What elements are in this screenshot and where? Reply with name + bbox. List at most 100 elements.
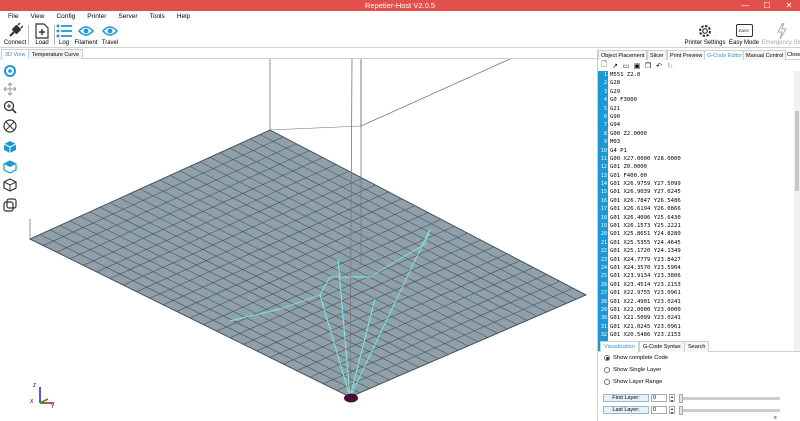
tab-slicer[interactable]: Slicer	[647, 50, 667, 60]
code-line[interactable]: 10 G4 P1	[598, 146, 800, 155]
maximize-button[interactable]: ☐	[756, 0, 778, 11]
open-external-icon[interactable]: ↗	[611, 62, 619, 70]
tab-search[interactable]: Search	[684, 341, 710, 352]
first-layer-slider[interactable]	[679, 393, 780, 403]
save-icon[interactable]: ▣	[633, 62, 641, 70]
radio-show-single-layer[interactable]: Show Single Layer	[604, 367, 661, 373]
emergency-stop-button[interactable]: Emergency Sto	[761, 22, 800, 47]
code-line[interactable]: 30 G01 X21.5099 Y23.0241	[598, 314, 800, 323]
line-number: 7	[598, 121, 608, 130]
last-layer-input[interactable]: 0	[651, 406, 667, 414]
code-line[interactable]: 15 G01 X26.9039 Y27.0245	[598, 188, 800, 197]
tab-print-preview[interactable]: Print Preview	[667, 50, 706, 60]
code-line[interactable]: 12 G01 Z0.0000	[598, 163, 800, 172]
first-layer-input[interactable]: 0	[651, 394, 667, 402]
code-line[interactable]: 16 G01 X26.7847 Y26.5486	[598, 196, 800, 206]
code-line[interactable]: 3 G29	[598, 87, 800, 97]
3d-viewport[interactable]: Z X Y	[20, 59, 596, 421]
code-line[interactable]: 11 G00 X27.0000 Y28.0000	[598, 154, 800, 164]
cube-icon	[3, 141, 17, 153]
code-line[interactable]: 9 M03	[598, 138, 800, 147]
code-line[interactable]: 29 G01 X22.0000 Y23.0000	[598, 305, 800, 315]
connect-button[interactable]: Connect	[0, 22, 30, 47]
code-line[interactable]: 4 G0 F3000	[598, 96, 800, 105]
code-line[interactable]: 18 G01 X26.4096 Y25.6430	[598, 213, 800, 223]
menu-server[interactable]: Server	[112, 11, 143, 22]
top-view-button[interactable]	[3, 160, 17, 174]
tab-3d-view[interactable]: 3D View	[1, 49, 30, 59]
copy-icon[interactable]: ❐	[644, 62, 652, 70]
copy-view-button[interactable]	[3, 198, 17, 212]
code-line[interactable]: 19 G01 X26.1573 Y25.2221	[598, 222, 800, 231]
code-line[interactable]: 2 G28	[598, 79, 800, 88]
document-icon[interactable]: ▭	[622, 62, 630, 70]
new-file-icon[interactable]: 🗋	[600, 61, 608, 70]
printer-settings-button[interactable]: Printer Settings	[682, 22, 728, 47]
radio-show-complete-code[interactable]: Show complete Code	[604, 355, 668, 361]
code-line[interactable]: 20 G01 X25.8651 Y24.8280	[598, 230, 800, 239]
line-number: 21	[598, 238, 608, 248]
code-line[interactable]: 25 G01 X23.9134 Y23.3806	[598, 272, 800, 281]
menu-help[interactable]: Help	[171, 11, 196, 22]
front-view-button[interactable]	[3, 140, 17, 154]
code-text: G01 X21.0245 Y23.0961	[610, 323, 681, 330]
redo-icon[interactable]: ↻	[666, 62, 674, 70]
code-line[interactable]: 13 G01 F400.00	[598, 171, 800, 181]
menu-file[interactable]: File	[2, 11, 24, 22]
code-line[interactable]: 14 G01 X26.9759 Y27.5099	[598, 180, 800, 189]
move-icon	[3, 82, 17, 96]
menu-config[interactable]: Config	[50, 11, 81, 22]
code-line[interactable]: 27 G01 X22.9755 Y23.0961	[598, 289, 800, 298]
side-view-button[interactable]	[3, 178, 17, 192]
easy-mode-button[interactable]: EASY Easy Mode	[726, 22, 762, 47]
code-line[interactable]: 8 G00 Z2.0000	[598, 129, 800, 139]
tab-visualization[interactable]: Visualization	[600, 341, 639, 352]
last-layer-stepper[interactable]: ▴ ▾	[669, 406, 675, 414]
zoom-button[interactable]	[3, 100, 17, 114]
tab-temperature-curve[interactable]: Temperature Curve	[28, 49, 84, 59]
first-layer-stepper[interactable]: ▴ ▾	[669, 394, 675, 402]
code-text: G01 X22.0000 Y23.0000	[610, 306, 681, 313]
editor-scrollbar[interactable]	[794, 71, 800, 385]
code-line[interactable]: 7 G94	[598, 121, 800, 130]
menu-view[interactable]: View	[24, 11, 50, 22]
rotate-view-button[interactable]	[3, 64, 17, 78]
menu-printer[interactable]: Printer	[81, 11, 112, 22]
menu-tools[interactable]: Tools	[144, 11, 171, 22]
code-text: G01 X23.9134 Y23.3806	[610, 273, 681, 280]
gcode-editor[interactable]: 1 M551 Z2.0 2 G28 3 G29 4 G0 F3000 5 G21 6 G90 7 G94 8…	[598, 71, 800, 385]
code-line[interactable]: 6 G90	[598, 112, 800, 122]
toolbar: Connect Load Log Filament Travel Printer…	[0, 22, 800, 48]
code-line[interactable]: 24 G01 X24.3570 Y23.5904	[598, 263, 800, 273]
code-line[interactable]: 1 M551 Z2.0	[598, 71, 800, 80]
code-line[interactable]: 31 G01 X21.0245 Y23.0961	[598, 322, 800, 332]
code-line[interactable]: 22 G01 X25.1720 Y24.1349	[598, 247, 800, 256]
close-window-button[interactable]: ✕	[778, 0, 800, 11]
code-line[interactable]: 23 G01 X24.7779 Y23.8427	[598, 255, 800, 264]
code-line[interactable]: 17 G01 X26.6194 Y26.0866	[598, 205, 800, 214]
move-object-button[interactable]	[3, 119, 17, 133]
code-line[interactable]: 5 G21	[598, 104, 800, 113]
line-number: 15	[598, 188, 608, 197]
radio-show-layer-range[interactable]: Show Layer Range	[604, 379, 662, 385]
scrollbar-thumb[interactable]	[795, 111, 799, 191]
code-line[interactable]: 28 G01 X22.4901 Y23.0241	[598, 297, 800, 306]
tab-gcode-editor[interactable]: G-Code Editor	[704, 50, 746, 60]
line-number: 2	[598, 79, 608, 88]
tab-manual-control[interactable]: Manual Control	[743, 50, 787, 60]
undo-icon[interactable]: ↶	[655, 62, 663, 70]
move-view-button[interactable]	[3, 82, 17, 96]
code-line[interactable]: 26 G01 X23.4514 Y23.2153	[598, 280, 800, 290]
minimize-button[interactable]: —	[734, 0, 756, 11]
cube-icon	[3, 160, 17, 174]
tab-object-placement[interactable]: Object Placement	[598, 50, 648, 60]
tab-gcode-syntax[interactable]: G-Code Syntax	[639, 341, 685, 352]
travel-button[interactable]: Travel	[95, 22, 125, 47]
last-layer-slider[interactable]	[679, 405, 780, 415]
log-label: Log	[58, 40, 69, 46]
line-number: 27	[598, 289, 608, 298]
code-line[interactable]: 32 G01 X20.5486 Y23.2153	[598, 331, 800, 340]
code-line[interactable]: 21 G01 X25.5355 Y24.4645	[598, 238, 800, 248]
radio-indicator	[604, 379, 610, 385]
close-tab-button[interactable]: Close	[787, 50, 800, 60]
